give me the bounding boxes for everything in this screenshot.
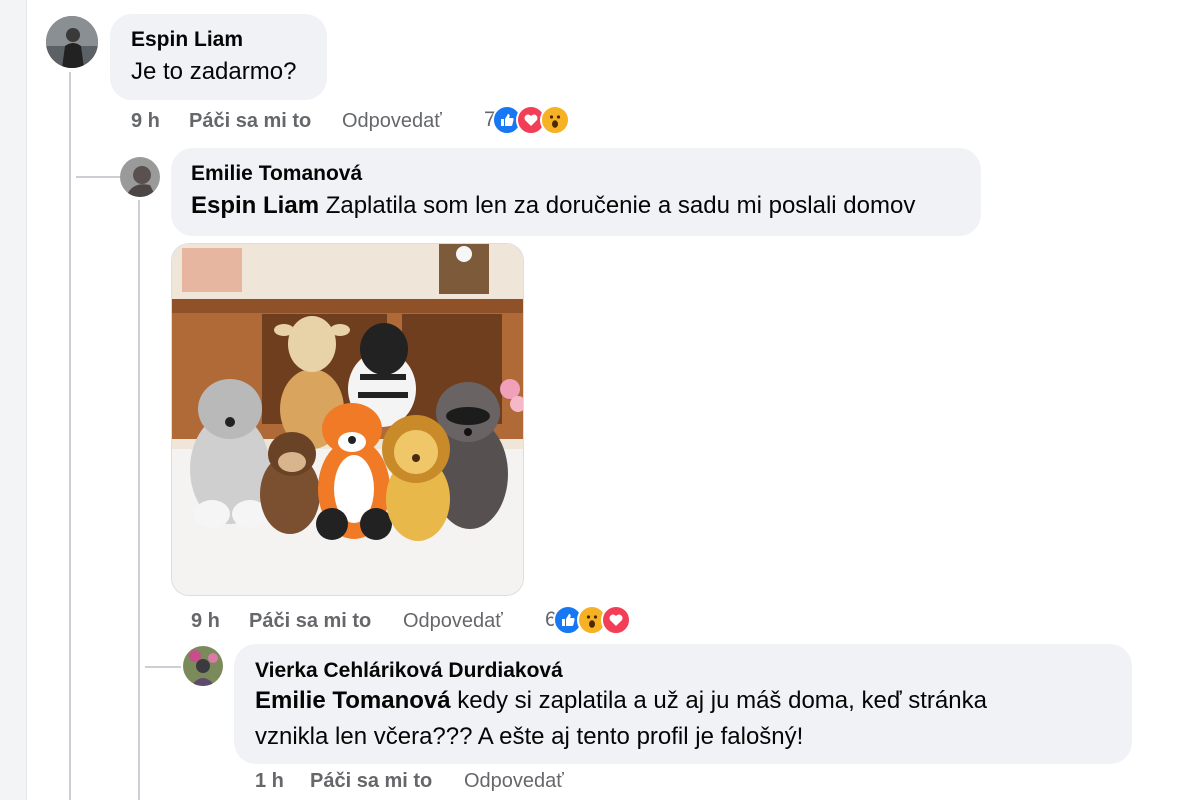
reactions-summary-2[interactable]: 6 xyxy=(545,605,631,635)
mention-emilie-tomanova[interactable]: Emilie Tomanová xyxy=(255,687,451,714)
comment-time-2[interactable]: 9 h xyxy=(191,610,220,633)
comment-author-1[interactable]: Espin Liam xyxy=(131,28,243,52)
thread-branch-1 xyxy=(69,160,71,176)
page-left-edge xyxy=(0,0,27,800)
like-button-2[interactable]: Páči sa mi to xyxy=(249,610,371,633)
comment-author-2[interactable]: Emilie Tomanová xyxy=(191,162,362,186)
thread-line-1 xyxy=(69,72,71,800)
reply-button-2[interactable]: Odpovedať xyxy=(403,610,503,633)
avatar-vierka-cehlarikova-durdiakova[interactable] xyxy=(183,646,223,686)
comment-photo-plush-toys[interactable] xyxy=(171,243,524,596)
thread-line-2 xyxy=(138,200,140,800)
thread-branch-1-h xyxy=(76,176,120,178)
thread-branch-2-h xyxy=(145,666,181,668)
comment-text-2: Espin Liam Zaplatila som len za doručeni… xyxy=(191,188,915,224)
avatar-emilie-tomanova[interactable] xyxy=(120,157,160,197)
plush-toys-image xyxy=(172,244,523,595)
comment-time-1[interactable]: 9 h xyxy=(131,110,160,133)
reactions-summary-1[interactable]: 7 xyxy=(484,105,570,135)
comment-text-3-body1: kedy si zaplatila a už aj ju máš doma, k… xyxy=(450,687,987,714)
like-button-1[interactable]: Páči sa mi to xyxy=(189,110,311,133)
like-button-3[interactable]: Páči sa mi to xyxy=(310,770,432,793)
reply-button-1[interactable]: Odpovedať xyxy=(342,110,442,133)
comment-time-3[interactable]: 1 h xyxy=(255,770,284,793)
avatar-photo xyxy=(120,157,160,197)
wow-icon xyxy=(539,105,570,135)
avatar-espin-liam[interactable] xyxy=(46,16,98,68)
avatar-photo xyxy=(46,16,98,68)
comment-text-3-line2: vznikla len včera??? A ešte aj tento pro… xyxy=(255,723,804,750)
comment-text-2-body: Zaplatila som len za doručenie a sadu mi… xyxy=(319,192,916,219)
mention-espin-liam[interactable]: Espin Liam xyxy=(191,192,319,219)
love-icon xyxy=(600,605,631,635)
comment-author-3[interactable]: Vierka Cehláriková Durdiaková xyxy=(255,659,563,683)
comment-text-3-line1: Emilie Tomanová kedy si zaplatila a už a… xyxy=(255,683,987,719)
reply-button-3[interactable]: Odpovedať xyxy=(464,770,564,793)
comment-text-1: Je to zadarmo? xyxy=(131,58,297,85)
avatar-photo xyxy=(183,646,223,686)
